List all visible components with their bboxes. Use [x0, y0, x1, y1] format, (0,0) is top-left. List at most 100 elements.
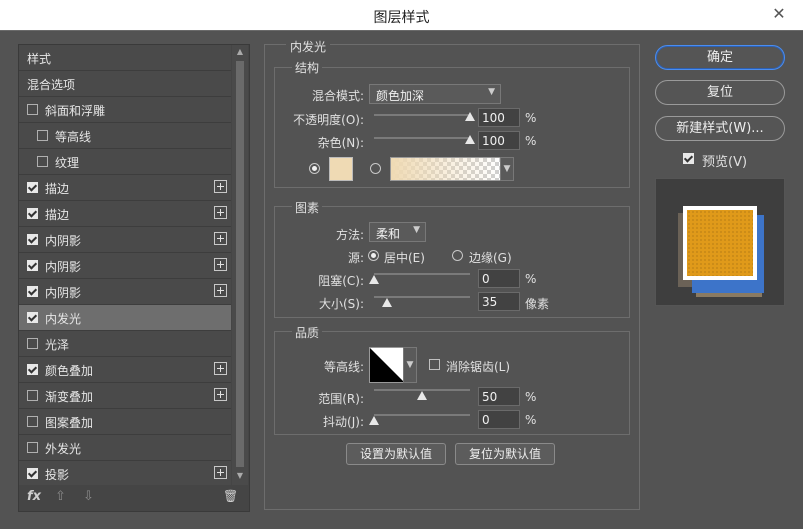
- gradient-dropdown-icon[interactable]: ▼: [500, 157, 514, 181]
- style-item-checkbox[interactable]: [27, 104, 38, 115]
- choke-slider[interactable]: [374, 273, 470, 275]
- jitter-slider-handle[interactable]: [369, 416, 379, 425]
- styles-header-label: 样式: [27, 52, 52, 66]
- style-item[interactable]: 纹理: [19, 149, 231, 175]
- choke-input[interactable]: 0: [478, 269, 520, 288]
- style-item-checkbox[interactable]: [27, 260, 38, 271]
- fx-icon[interactable]: fx: [27, 489, 41, 504]
- style-item[interactable]: 内阴影: [19, 253, 231, 279]
- style-item-checkbox[interactable]: [27, 338, 38, 349]
- style-item[interactable]: 投影: [19, 461, 231, 485]
- style-item[interactable]: 内发光: [19, 305, 231, 331]
- range-input[interactable]: 50: [478, 387, 520, 406]
- source-label: 源:: [347, 251, 364, 265]
- method-select[interactable]: 柔和 ▼: [369, 222, 426, 242]
- make-default-button[interactable]: 设置为默认值: [346, 443, 446, 465]
- glow-color-swatch[interactable]: [329, 157, 353, 181]
- style-item[interactable]: 等高线: [19, 123, 231, 149]
- add-style-icon[interactable]: [214, 388, 227, 401]
- opacity-slider[interactable]: [374, 114, 470, 116]
- styles-scrollbar[interactable]: ▲ ▼: [232, 45, 248, 485]
- style-item[interactable]: 混合选项: [19, 71, 231, 97]
- reset-button[interactable]: 复位: [655, 80, 785, 105]
- style-item-label: 光泽: [45, 338, 70, 352]
- add-style-icon[interactable]: [214, 258, 227, 271]
- opacity-label: 不透明度(O):: [293, 113, 364, 127]
- style-item-checkbox[interactable]: [27, 286, 38, 297]
- range-slider-handle[interactable]: [417, 391, 427, 400]
- style-item[interactable]: 外发光: [19, 435, 231, 461]
- opacity-unit: %: [525, 111, 537, 125]
- close-icon[interactable]: ✕: [769, 4, 789, 24]
- source-edge-radio[interactable]: [452, 250, 463, 261]
- style-item-checkbox[interactable]: [27, 442, 38, 453]
- contour-preview[interactable]: [369, 347, 405, 383]
- method-label: 方法:: [335, 228, 364, 242]
- style-item[interactable]: 光泽: [19, 331, 231, 357]
- add-style-icon[interactable]: [214, 362, 227, 375]
- style-item[interactable]: 图案叠加: [19, 409, 231, 435]
- style-item-checkbox[interactable]: [37, 130, 48, 141]
- style-item-checkbox[interactable]: [27, 390, 38, 401]
- add-style-icon[interactable]: [214, 284, 227, 297]
- styles-header[interactable]: 样式: [19, 45, 231, 71]
- style-item[interactable]: 斜面和浮雕: [19, 97, 231, 123]
- jitter-input[interactable]: 0: [478, 410, 520, 429]
- opacity-input[interactable]: 100: [478, 108, 520, 127]
- ok-button[interactable]: 确定: [655, 45, 785, 70]
- style-item-checkbox[interactable]: [27, 208, 38, 219]
- style-item[interactable]: 渐变叠加: [19, 383, 231, 409]
- noise-input[interactable]: 100: [478, 131, 520, 150]
- style-item-checkbox[interactable]: [27, 182, 38, 193]
- gradient-radio[interactable]: [370, 163, 381, 174]
- noise-slider[interactable]: [374, 137, 470, 139]
- style-item-label: 斜面和浮雕: [45, 104, 106, 118]
- opacity-slider-handle[interactable]: [465, 112, 475, 121]
- style-item-checkbox[interactable]: [27, 468, 38, 479]
- style-item-checkbox[interactable]: [27, 416, 38, 427]
- preview-fill: [687, 210, 753, 276]
- style-item-checkbox[interactable]: [37, 156, 48, 167]
- source-center-radio[interactable]: [368, 250, 379, 261]
- style-item[interactable]: 颜色叠加: [19, 357, 231, 383]
- style-item-label: 描边: [45, 182, 70, 196]
- glow-gradient-picker[interactable]: [390, 157, 501, 181]
- move-up-icon[interactable]: ⇧: [55, 489, 66, 504]
- antialias-checkbox[interactable]: [429, 359, 440, 370]
- blend-mode-select[interactable]: 颜色加深 ▼: [369, 84, 501, 104]
- solid-color-radio[interactable]: [309, 163, 320, 174]
- style-item-label: 内阴影: [45, 260, 82, 274]
- scroll-down-icon[interactable]: ▼: [232, 469, 248, 483]
- add-style-icon[interactable]: [214, 206, 227, 219]
- noise-slider-handle[interactable]: [465, 135, 475, 144]
- style-item-checkbox[interactable]: [27, 312, 38, 323]
- style-item[interactable]: 内阴影: [19, 279, 231, 305]
- add-style-icon[interactable]: [214, 466, 227, 479]
- scroll-up-icon[interactable]: ▲: [232, 45, 248, 59]
- add-style-icon[interactable]: [214, 232, 227, 245]
- move-down-icon[interactable]: ⇩: [83, 489, 94, 504]
- scroll-thumb[interactable]: [236, 61, 244, 467]
- size-input[interactable]: 35: [478, 292, 520, 311]
- style-item-checkbox[interactable]: [27, 364, 38, 375]
- reset-default-button[interactable]: 复位为默认值: [455, 443, 555, 465]
- jitter-slider[interactable]: [374, 414, 470, 416]
- style-item[interactable]: 内阴影: [19, 227, 231, 253]
- blend-mode-value: 颜色加深: [376, 89, 425, 103]
- preview-checkbox[interactable]: [683, 153, 694, 164]
- style-item-label: 内阴影: [45, 286, 82, 300]
- choke-slider-handle[interactable]: [369, 275, 379, 284]
- style-item[interactable]: 描边: [19, 175, 231, 201]
- style-item-label: 混合选项: [27, 78, 76, 92]
- contour-dropdown-icon[interactable]: ▼: [403, 347, 417, 383]
- trash-icon[interactable]: 🗑: [223, 489, 238, 503]
- style-item-label: 颜色叠加: [45, 364, 94, 378]
- size-slider-handle[interactable]: [382, 298, 393, 307]
- add-style-icon[interactable]: [214, 180, 227, 193]
- style-item-label: 投影: [45, 468, 70, 482]
- style-item-checkbox[interactable]: [27, 234, 38, 245]
- new-style-button[interactable]: 新建样式(W)...: [655, 116, 785, 141]
- style-item-label: 描边: [45, 208, 70, 222]
- style-item[interactable]: 描边: [19, 201, 231, 227]
- style-item-label: 外发光: [45, 442, 82, 456]
